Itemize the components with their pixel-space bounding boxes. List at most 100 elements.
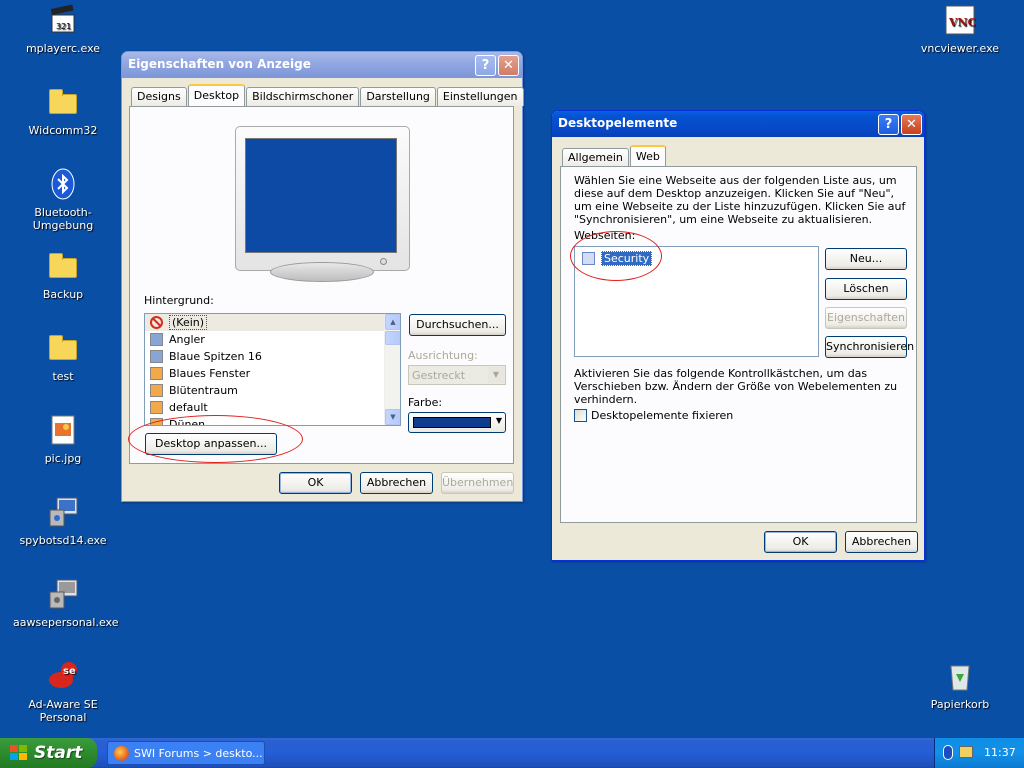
ok-button[interactable]: OK (764, 531, 837, 553)
desktop-icon-spybot[interactable]: spybotsd14.exe (13, 496, 113, 547)
adaware-icon: se (47, 660, 79, 692)
monitor-stand (270, 262, 374, 282)
close-button[interactable]: ✕ (901, 114, 922, 135)
ok-button[interactable]: OK (279, 472, 352, 494)
alignment-select[interactable]: Gestreckt ▼ (408, 365, 506, 385)
tab-general[interactable]: Allgemein (562, 148, 629, 167)
bitmap-icon (150, 333, 163, 346)
monitor-power-led (380, 258, 387, 265)
start-button[interactable]: Start (0, 738, 97, 768)
taskbar-item-browser[interactable]: SWI Forums > deskto... (107, 741, 265, 765)
desktop-icon-pic[interactable]: pic.jpg (13, 414, 113, 465)
bitmap-icon (150, 367, 163, 380)
list-item[interactable]: Angler (145, 331, 400, 348)
color-swatch (413, 417, 491, 428)
desktop-icon-label: Papierkorb (930, 698, 990, 711)
new-button[interactable]: Neu... (825, 248, 907, 270)
svg-text:se: se (63, 666, 76, 677)
alignment-label: Ausrichtung: (408, 349, 478, 362)
desktop-icon-widcomm32[interactable]: Widcomm32 (13, 86, 113, 137)
desktop-icon-label: vncviewer.exe (920, 42, 1000, 55)
vnc-icon: VNC (944, 4, 977, 36)
cancel-button[interactable]: Abbrechen (845, 531, 918, 553)
network-icon[interactable] (959, 746, 973, 758)
desktop-items-titlebar[interactable]: Desktopelemente ? ✕ (552, 111, 924, 137)
svg-text:321: 321 (56, 22, 71, 31)
svg-text:VNC: VNC (948, 16, 976, 29)
folder-icon (47, 332, 79, 364)
tab-desktop[interactable]: Desktop (187, 84, 246, 106)
list-item[interactable]: (Kein) (145, 314, 400, 331)
properties-button[interactable]: Eigenschaften (825, 307, 907, 329)
list-item[interactable]: Blaues Fenster (145, 365, 400, 382)
list-item[interactable]: default (145, 399, 400, 416)
tab-settings[interactable]: Einstellungen (436, 87, 524, 106)
desktop-icon-vncviewer[interactable]: VNC vncviewer.exe (910, 4, 1010, 55)
display-properties-titlebar[interactable]: Eigenschaften von Anzeige ? ✕ (122, 52, 522, 78)
bitmap-icon (150, 384, 163, 397)
cancel-button[interactable]: Abbrechen (360, 472, 433, 494)
dropdown-arrow-icon: ▼ (495, 416, 502, 425)
window-title: Desktopelemente (558, 116, 678, 130)
tab-bar: Allgemein Web (562, 145, 667, 167)
desktop-icon-label: pic.jpg (44, 452, 82, 465)
desktop-icon-label: aawsepersonal.exe (13, 616, 119, 629)
listbox-scrollbar[interactable]: ▲ ▼ (384, 314, 400, 425)
tab-bar: Designs Desktop Bildschirmschoner Darste… (131, 84, 525, 106)
browse-button[interactable]: Durchsuchen... (409, 314, 506, 336)
help-button[interactable]: ? (475, 55, 496, 76)
annotation-circle (570, 231, 662, 281)
window-title: Eigenschaften von Anzeige (128, 57, 311, 71)
image-file-icon (47, 414, 79, 446)
scroll-down-arrow-icon[interactable]: ▼ (385, 409, 400, 425)
background-label: Hintergrund: (144, 294, 214, 307)
dropdown-arrow-icon: ▼ (488, 367, 504, 383)
annotation-circle (128, 415, 303, 463)
tab-screensaver[interactable]: Bildschirmschoner (246, 87, 360, 106)
desktop-icon-aawsepersonal[interactable]: aawsepersonal.exe (13, 578, 119, 629)
system-tray: 11:37 (934, 738, 1024, 768)
desktop-icon-mplayerc[interactable]: 321 mplayerc.exe (13, 4, 113, 55)
scroll-up-arrow-icon[interactable]: ▲ (385, 314, 400, 330)
desktop-icon-bluetooth[interactable]: Bluetooth-Umgebung (13, 168, 113, 232)
web-description: Wählen Sie eine Webseite aus der folgend… (574, 174, 906, 226)
installer-icon (47, 496, 79, 528)
tab-appearance[interactable]: Darstellung (360, 87, 436, 106)
bluetooth-icon[interactable] (943, 745, 953, 760)
firefox-icon (114, 746, 129, 761)
lock-items-label[interactable]: Desktopelemente fixieren (591, 409, 733, 422)
list-item[interactable]: Blaue Spitzen 16 (145, 348, 400, 365)
apply-button[interactable]: Übernehmen (441, 472, 514, 494)
desktop-icon-label: test (52, 370, 74, 383)
installer-icon (47, 578, 79, 610)
windows-flag-icon (10, 745, 28, 761)
tab-web[interactable]: Web (629, 145, 666, 167)
color-label: Farbe: (408, 396, 443, 409)
desktop-icon-test[interactable]: test (13, 332, 113, 383)
lock-items-checkbox[interactable] (574, 409, 587, 422)
desktop-icon-label: Ad-Aware SE Personal (28, 698, 98, 724)
desktop-icon-label: Backup (42, 288, 84, 301)
desktop-icon-label: spybotsd14.exe (19, 534, 107, 547)
delete-button[interactable]: Löschen (825, 278, 907, 300)
list-item[interactable]: Blütentraum (145, 382, 400, 399)
folder-icon (47, 86, 79, 118)
scroll-thumb[interactable] (385, 331, 400, 345)
clapperboard-icon: 321 (47, 4, 79, 36)
desktop-icon-label: mplayerc.exe (25, 42, 101, 55)
desktop-icon-recycle-bin[interactable]: Papierkorb (910, 660, 1010, 711)
clock: 11:37 (984, 746, 1016, 759)
synchronize-button[interactable]: Synchronisieren (825, 336, 914, 358)
desktop-icon-label: Widcomm32 (28, 124, 98, 137)
color-picker[interactable]: ▼ (408, 412, 506, 433)
recycle-bin-icon (944, 660, 976, 692)
bitmap-icon (150, 350, 163, 363)
background-listbox[interactable]: (Kein) Angler Blaue Spitzen 16 Blaues Fe… (144, 313, 401, 426)
tab-designs[interactable]: Designs (131, 87, 187, 106)
desktop-icon-adaware[interactable]: se Ad-Aware SE Personal (13, 660, 113, 724)
close-button[interactable]: ✕ (498, 55, 519, 76)
help-button[interactable]: ? (878, 114, 899, 135)
taskbar: Start SWI Forums > deskto... 11:37 (0, 738, 1024, 768)
desktop-icon-backup[interactable]: Backup (13, 250, 113, 301)
bluetooth-icon (47, 168, 79, 200)
